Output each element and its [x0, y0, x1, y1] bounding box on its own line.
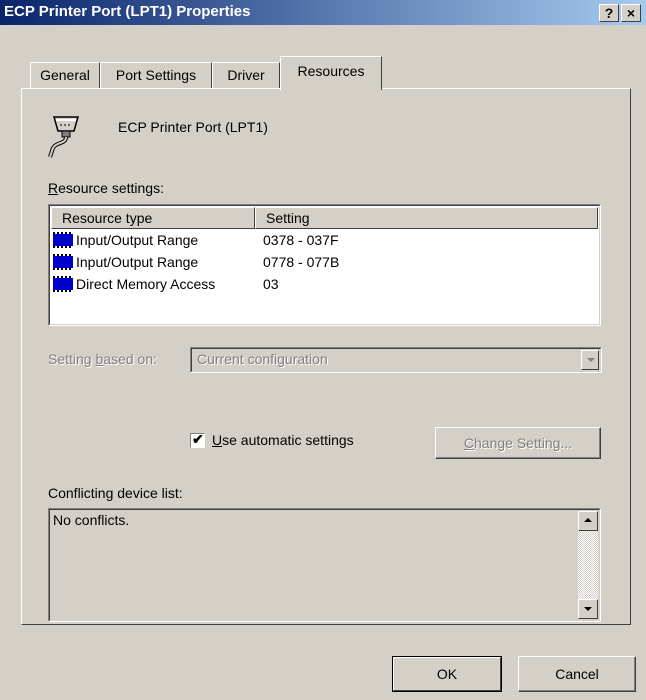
automatic-settings-label[interactable]: Use automatic settings: [212, 432, 354, 448]
accel-key: R: [48, 180, 59, 196]
device-name: ECP Printer Port (LPT1): [118, 119, 268, 135]
ok-label: OK: [436, 666, 458, 682]
label-text: esource settings:: [58, 180, 164, 196]
label-text: ased on:: [103, 351, 157, 367]
printer-port-icon: [48, 116, 79, 158]
column-header-resource-type[interactable]: Resource type: [51, 207, 255, 229]
memory-chip-icon: [53, 232, 73, 248]
dropdown-button[interactable]: [581, 350, 599, 370]
row-type: Input/Output Range: [76, 232, 199, 248]
title-bar[interactable]: ECP Printer Port (LPT1) Properties ? ×: [0, 0, 646, 25]
memory-chip-icon: [53, 276, 73, 292]
conflicting-device-list-label: Conflicting device list:: [48, 485, 183, 501]
scroll-up-button[interactable]: [578, 511, 598, 531]
tab-label: General: [40, 67, 90, 83]
window-title: ECP Printer Port (LPT1) Properties: [4, 3, 251, 20]
arrow-up-icon: [584, 518, 592, 522]
row-setting: 03: [263, 276, 279, 292]
close-button[interactable]: ×: [621, 4, 641, 22]
chevron-down-icon: [587, 358, 595, 362]
resource-list[interactable]: Resource type Setting Input/Output Range…: [48, 204, 601, 326]
label-text: Setting: [48, 351, 96, 367]
row-setting: 0778 - 077B: [263, 254, 340, 270]
help-button[interactable]: ?: [599, 4, 619, 22]
label-text: se automatic settings: [222, 432, 354, 448]
row-type: Direct Memory Access: [76, 276, 216, 292]
memory-chip-icon: [53, 254, 73, 270]
column-header-setting[interactable]: Setting: [255, 207, 598, 229]
tab-driver[interactable]: Driver: [212, 62, 280, 88]
change-setting-button[interactable]: Change Setting...: [435, 427, 601, 459]
tab-general[interactable]: General: [30, 62, 100, 88]
conflicts-text: No conflicts.: [53, 512, 130, 528]
vertical-scrollbar[interactable]: [578, 511, 598, 619]
setting-based-on-select[interactable]: Current configuration: [190, 347, 602, 373]
tab-port-settings[interactable]: Port Settings: [100, 62, 212, 88]
select-value: Current configuration: [197, 351, 328, 367]
conflicting-device-list[interactable]: No conflicts.: [48, 508, 601, 622]
checkmark-icon: ✔: [192, 431, 204, 447]
table-row[interactable]: Direct Memory Access: [53, 273, 215, 295]
properties-dialog: ECP Printer Port (LPT1) Properties ? × G…: [0, 0, 646, 700]
accel-key: C: [463, 435, 475, 451]
accel-key: U: [212, 432, 223, 448]
tab-label: Resources: [297, 63, 365, 79]
scroll-down-button[interactable]: [578, 599, 598, 619]
table-row[interactable]: Input/Output Range: [53, 229, 198, 251]
row-type: Input/Output Range: [76, 254, 199, 270]
change-setting-label: Change Setting...: [436, 435, 600, 451]
cancel-label: Cancel: [555, 666, 599, 682]
ok-button[interactable]: OK: [392, 656, 502, 692]
tab-label: Driver: [227, 67, 265, 83]
tab-resources[interactable]: Resources: [280, 56, 382, 90]
row-setting: 0378 - 037F: [263, 232, 339, 248]
resources-panel: ECP Printer Port (LPT1) Resource setting…: [21, 88, 631, 625]
cancel-button[interactable]: Cancel: [518, 656, 636, 692]
tab-label: Port Settings: [115, 67, 197, 83]
resource-settings-label: Resource settings:: [48, 180, 164, 196]
label-text: hange Setting...: [474, 435, 573, 451]
setting-based-on-label: Setting based on:: [48, 351, 157, 367]
arrow-down-icon: [584, 607, 592, 611]
automatic-settings-checkbox[interactable]: ✔: [190, 431, 205, 448]
list-border: [49, 509, 600, 621]
table-row[interactable]: Input/Output Range: [53, 251, 198, 273]
